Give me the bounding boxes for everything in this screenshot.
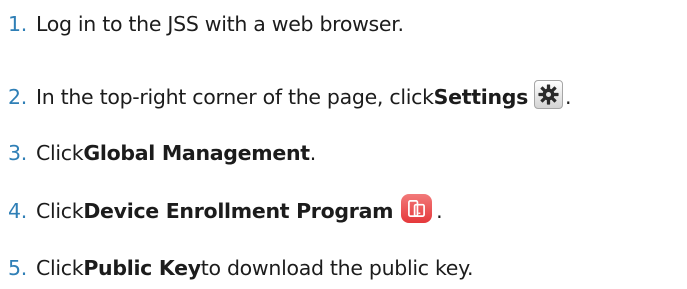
step-number: 5. (8, 256, 27, 280)
step-3: 3. Click Global Management . (8, 133, 316, 173)
step-text: Log in to the JSS with a web browser. (35, 12, 404, 36)
step-number: 1. (8, 12, 27, 36)
global-management-label: Global Management (83, 141, 310, 165)
step-suffix: . (436, 199, 443, 223)
step-text: Click (35, 256, 84, 280)
settings-label: Settings (433, 85, 529, 109)
step-suffix: to download the public key. (200, 256, 474, 280)
step-suffix: . (309, 141, 317, 165)
step-4: 4. Click Device Enrollment Program . (8, 191, 443, 231)
step-1: 1. Log in to the JSS with a web browser. (8, 4, 404, 44)
gear-icon (534, 79, 564, 109)
step-text: Click (35, 199, 84, 223)
public-key-label: Public Key (83, 256, 201, 280)
device-enrollment-program-label: Device Enrollment Program (83, 199, 394, 223)
step-5: 5. Click Public Key to download the publ… (8, 248, 474, 288)
step-text: In the top-right corner of the page, cli… (35, 85, 434, 109)
step-number: 3. (8, 141, 27, 165)
step-text: Click (35, 141, 84, 165)
step-2: 2. In the top-right corner of the page, … (8, 77, 572, 117)
step-number: 4. (8, 199, 27, 223)
step-number: 2. (8, 85, 27, 109)
device-enrollment-icon (401, 193, 433, 223)
step-suffix: . (565, 85, 572, 109)
